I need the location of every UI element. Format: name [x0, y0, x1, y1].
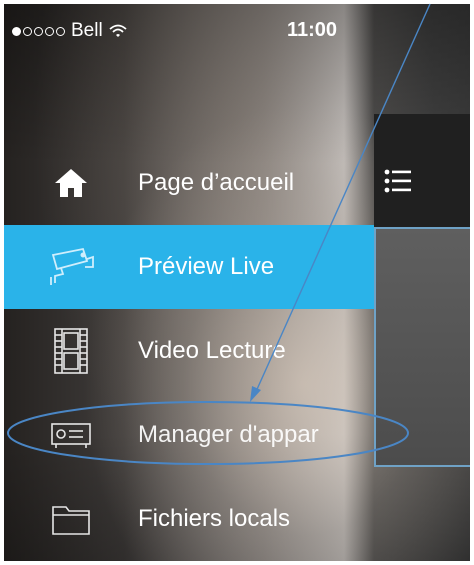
camera-icon	[44, 240, 98, 294]
side-menu: Page d’accueil Préview Live Video Lectur…	[4, 141, 374, 561]
list-menu-icon[interactable]	[384, 168, 412, 199]
live-video-frame[interactable]	[374, 227, 470, 467]
film-icon	[44, 324, 98, 378]
menu-item-label: Page d’accueil	[138, 169, 295, 196]
menu-item-label: Video Lecture	[138, 337, 286, 364]
folder-icon	[44, 492, 98, 546]
app-screen: Bell 11:00 Page d’accueil Préview Live V…	[4, 4, 470, 561]
menu-item-local-files[interactable]: Fichiers locals	[4, 477, 374, 561]
status-bar: Bell 11:00	[4, 4, 470, 54]
menu-item-home[interactable]: Page d’accueil	[4, 141, 374, 225]
menu-item-label: Préview Live	[138, 253, 275, 280]
device-manager-icon	[44, 408, 98, 462]
status-time: 11:00	[287, 19, 338, 41]
menu-item-device-manager[interactable]: Manager d'appar	[4, 393, 374, 477]
menu-item-label: Manager d'appar	[138, 421, 319, 448]
signal-strength-icon	[12, 26, 65, 36]
home-icon	[44, 156, 98, 210]
menu-item-video-playback[interactable]: Video Lecture	[4, 309, 374, 393]
menu-item-live-preview[interactable]: Préview Live	[4, 225, 374, 309]
carrier-name: Bell	[71, 20, 103, 41]
wifi-icon	[109, 24, 127, 37]
carrier-indicator: Bell	[12, 20, 127, 42]
menu-item-label: Fichiers locals	[138, 505, 291, 532]
